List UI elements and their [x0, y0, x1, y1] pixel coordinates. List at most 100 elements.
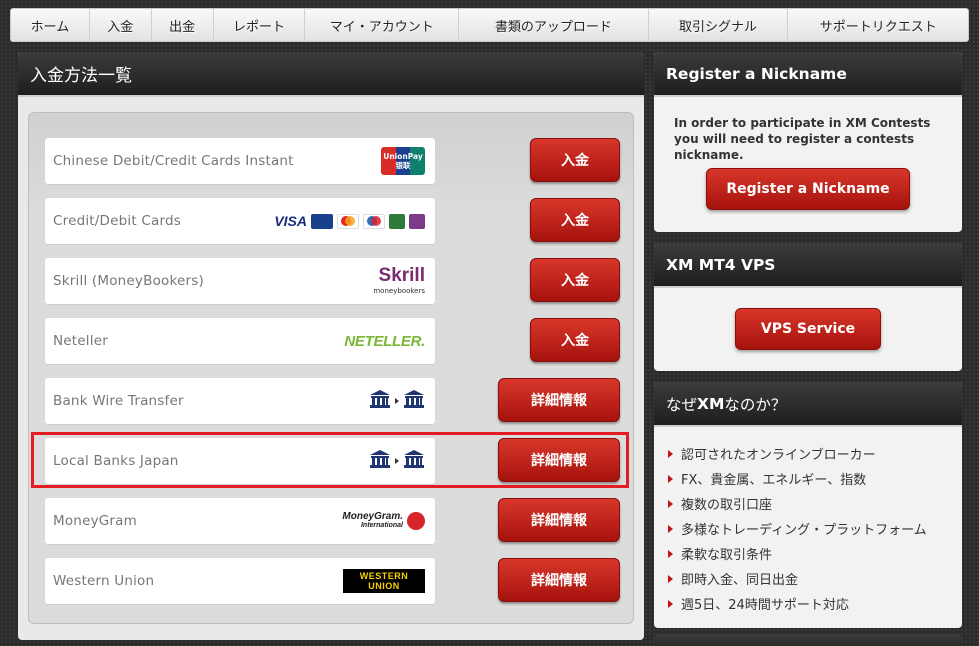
bullet-arrow-icon: [668, 449, 673, 458]
payment-method-name: Chinese Debit/Credit Cards Instant: [53, 153, 294, 169]
nickname-box: Register a Nickname In order to particip…: [654, 52, 962, 232]
why-xm-item: FX、貴金属、エネルギー、指数: [668, 466, 962, 491]
payment-method-card: Skrill (MoneyBookers) Skrill moneybookers: [45, 258, 435, 304]
details-button[interactable]: 詳細情報: [498, 558, 620, 602]
nav-item[interactable]: 出金: [152, 9, 214, 41]
nav-item[interactable]: レポート: [214, 9, 306, 41]
deposit-methods-title: 入金方法一覧: [18, 52, 644, 97]
top-nav: ホーム 入金 出金 レポート マイ・アカウント 書類のアップロード 取引シグナル サポートリク…: [10, 8, 969, 42]
visa-logo: VISA: [274, 213, 307, 229]
bank-icon: [369, 389, 391, 413]
card-brand-icon: [389, 213, 405, 229]
payment-method-card: Bank Wire Transfer: [45, 378, 435, 424]
payment-method-logo: MoneyGram. International: [342, 512, 425, 530]
card-brand-icon: [409, 213, 425, 229]
payment-method-name: Neteller: [53, 333, 108, 349]
moneygram-logo: MoneyGram. International: [342, 511, 403, 530]
bullet-arrow-icon: [668, 599, 673, 608]
deposit-button[interactable]: 入金: [530, 138, 620, 182]
payment-method-row: Skrill (MoneyBookers) Skrill moneybookers 入…: [45, 258, 620, 304]
deposit-methods-list: Chinese Debit/Credit Cards Instant UnionP…: [28, 112, 634, 624]
bullet-arrow-icon: [668, 549, 673, 558]
why-xm-title: なぜ XM なのか？: [654, 382, 962, 427]
payment-method-row: Western Union WESTERN UNION 詳細情報: [45, 558, 620, 604]
payment-method-row: Credit/Debit Cards VISA 入金: [45, 198, 620, 244]
payment-method-name: Western Union: [53, 573, 155, 589]
nickname-description: In order to participate in XM Contests y…: [674, 116, 931, 162]
why-xm-item: 即時入金、同日出金: [668, 566, 962, 591]
payment-method-name: Local Banks Japan: [53, 453, 179, 469]
deposit-methods-panel: 入金方法一覧 Chinese Debit/Credit Cards Instan…: [18, 52, 644, 640]
payment-method-logo: Skrill moneybookers: [373, 266, 425, 296]
neteller-logo: NETELLER.: [344, 332, 425, 350]
why-xm-title-suffix: なのか？: [724, 395, 787, 414]
why-xm-item-text: FX、貴金属、エネルギー、指数: [681, 473, 867, 488]
register-nickname-button[interactable]: Register a Nickname: [706, 168, 910, 210]
why-xm-list: 認可されたオンラインブローカー FX、貴金属、エネルギー、指数 複数の取引口座多様な…: [654, 427, 962, 616]
vps-title: XM MT4 VPS: [654, 243, 962, 288]
arrow-icon: [395, 458, 399, 464]
payment-method-card: MoneyGram MoneyGram. International: [45, 498, 435, 544]
bullet-arrow-icon: [668, 574, 673, 583]
payment-method-card: Chinese Debit/Credit Cards Instant UnionP…: [45, 138, 435, 184]
why-xm-title-brand: XM: [697, 394, 725, 413]
details-button[interactable]: 詳細情報: [498, 438, 620, 482]
details-button[interactable]: 詳細情報: [498, 498, 620, 542]
bullet-arrow-icon: [668, 524, 673, 533]
why-xm-item: 認可されたオンラインブローカー: [668, 441, 962, 466]
payment-method-card: Credit/Debit Cards VISA: [45, 198, 435, 244]
payment-method-row: MoneyGram MoneyGram. International 詳細情報: [45, 498, 620, 544]
deposit-button[interactable]: 入金: [530, 258, 620, 302]
arrow-icon: [395, 398, 399, 404]
payment-method-row: Local Banks Japan 詳細情報: [45, 438, 620, 484]
payment-method-name: Bank Wire Transfer: [53, 393, 184, 409]
why-xm-item-text: 多様なトレーディング・プラットフォーム: [681, 523, 927, 538]
why-xm-item-text: 柔軟な取引条件: [681, 548, 773, 563]
nav-item[interactable]: ホーム: [11, 9, 90, 41]
payment-method-logo: WESTERN UNION: [343, 569, 425, 593]
why-xm-item-text: 即時入金、同日出金: [681, 573, 799, 588]
nav-item[interactable]: サポートリクエスト: [788, 9, 968, 41]
western-union-logo: WESTERN UNION: [343, 569, 425, 593]
payment-method-name: MoneyGram: [53, 513, 137, 529]
deposit-button[interactable]: 入金: [530, 198, 620, 242]
nav-item[interactable]: 書類のアップロード: [459, 9, 649, 41]
why-xm-item-text: 週5日、24時間サポート対応: [681, 598, 849, 613]
payment-method-name: Credit/Debit Cards: [53, 213, 181, 229]
moneygram-globe-icon: [407, 512, 425, 530]
why-xm-item-text: 複数の取引口座: [681, 498, 773, 513]
why-xm-item: 多様なトレーディング・プラットフォーム: [668, 516, 962, 541]
payment-method-logo: [369, 449, 425, 473]
bullet-arrow-icon: [668, 499, 673, 508]
why-xm-item: 柔軟な取引条件: [668, 541, 962, 566]
why-xm-box: なぜ XM なのか？ 認可されたオンラインブローカー FX、貴金属、エネルギー、指数複…: [654, 382, 962, 628]
nav-item[interactable]: 入金: [90, 9, 152, 41]
details-button[interactable]: 詳細情報: [498, 378, 620, 422]
visa-electron-icon: [311, 213, 333, 229]
mastercard-icon: [337, 213, 359, 229]
bank-icon: [403, 449, 425, 473]
bullet-arrow-icon: [668, 474, 673, 483]
vps-box: XM MT4 VPS VPS Service: [654, 243, 962, 371]
payment-method-name: Skrill (MoneyBookers): [53, 273, 204, 289]
why-xm-title-prefix: なぜ: [666, 395, 698, 414]
skrill-logo: Skrill moneybookers: [373, 265, 425, 296]
next-box-header: [654, 634, 962, 646]
bank-icon: [403, 389, 425, 413]
payment-method-card: Neteller NETELLER.: [45, 318, 435, 364]
vps-service-button[interactable]: VPS Service: [735, 308, 881, 350]
unionpay-logo: UnionPay 银联: [381, 147, 425, 175]
nav-item[interactable]: 取引シグナル: [649, 9, 789, 41]
nav-item[interactable]: マイ・アカウント: [305, 9, 460, 41]
deposit-button[interactable]: 入金: [530, 318, 620, 362]
payment-method-row: Neteller NETELLER. 入金: [45, 318, 620, 364]
why-xm-item: 週5日、24時間サポート対応: [668, 591, 962, 616]
payment-method-logo: VISA: [274, 213, 425, 229]
nickname-title: Register a Nickname: [654, 52, 962, 97]
payment-method-card: Local Banks Japan: [45, 438, 435, 484]
payment-method-card: Western Union WESTERN UNION: [45, 558, 435, 604]
maestro-icon: [363, 213, 385, 229]
bank-icon: [369, 449, 391, 473]
payment-method-logo: UnionPay 银联: [381, 147, 425, 175]
payment-method-logo: NETELLER.: [344, 333, 425, 350]
